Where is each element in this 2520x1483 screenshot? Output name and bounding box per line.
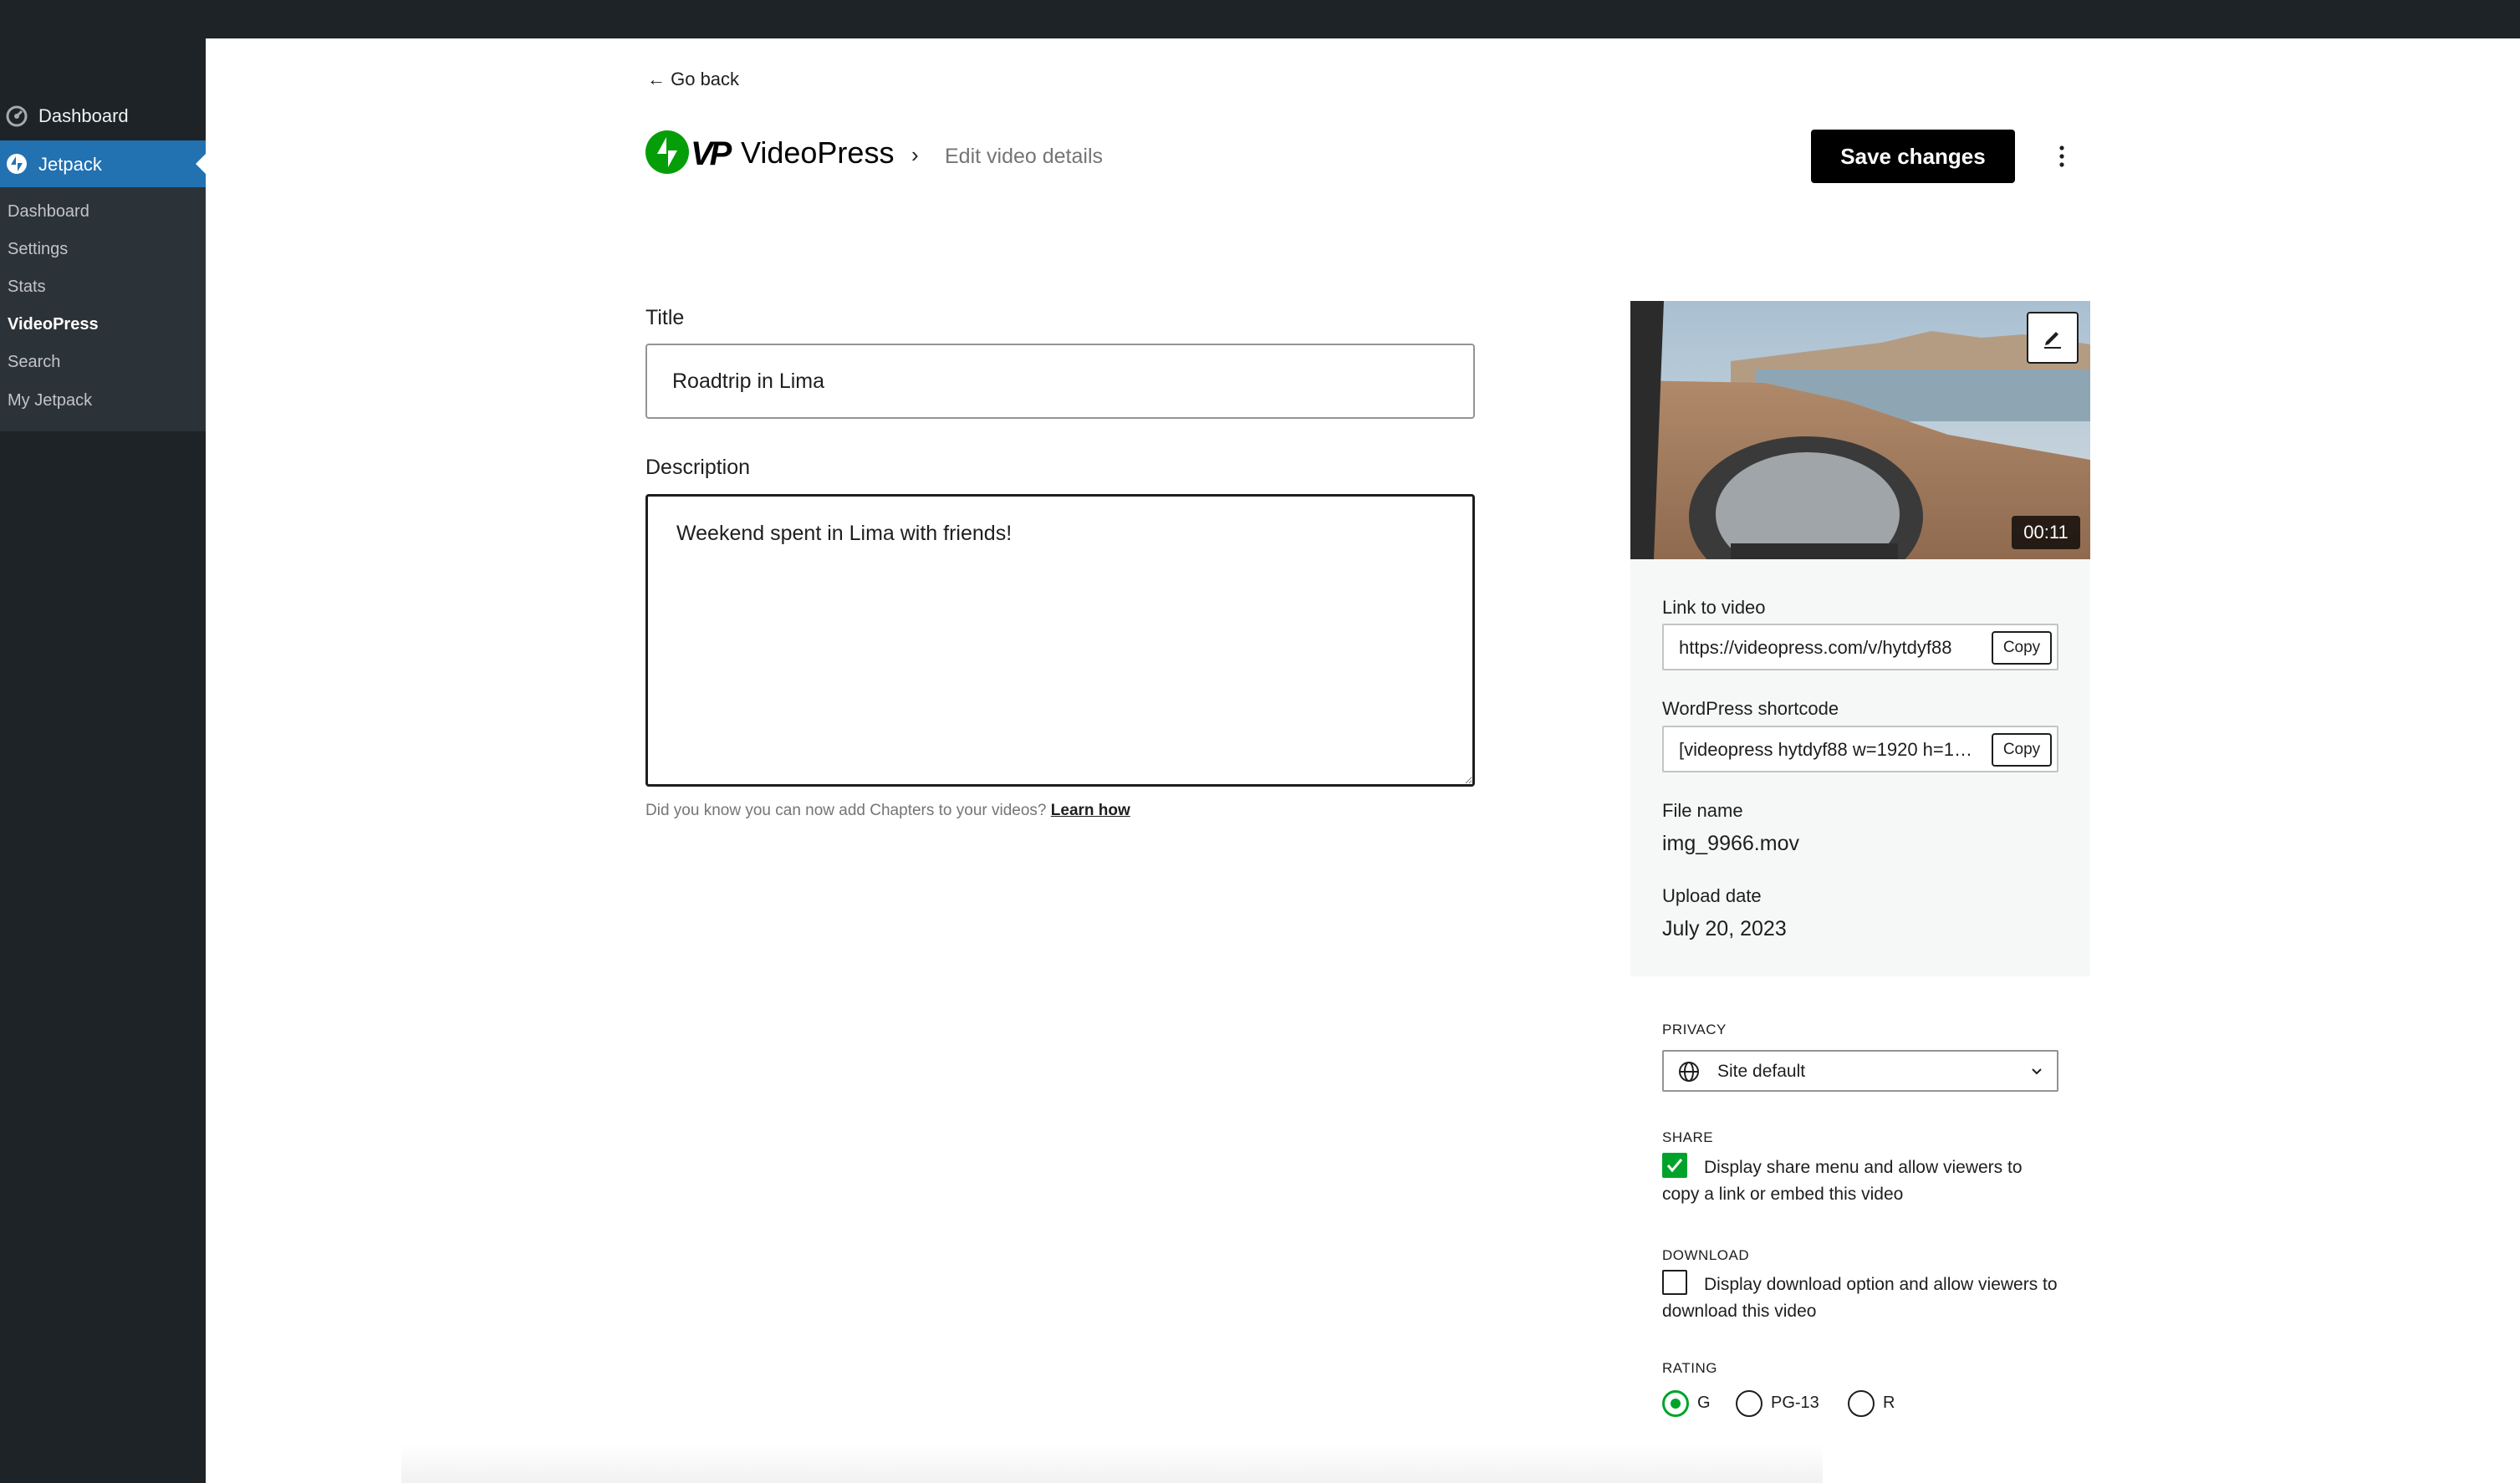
rating-radio-g[interactable] — [1662, 1390, 1689, 1417]
chevron-right-icon: › — [911, 142, 919, 167]
videopress-mark: VP — [691, 135, 732, 172]
sidebar-item-jetpack[interactable]: Jetpack — [0, 140, 206, 187]
share-option[interactable]: Display share menu and allow viewers to … — [1662, 1153, 2063, 1208]
rating-label: RATING — [1662, 1360, 1717, 1376]
vertical-ellipsis-icon[interactable] — [2052, 142, 2072, 171]
rating-label-r: R — [1883, 1394, 1895, 1412]
privacy-label: PRIVACY — [1662, 1022, 1727, 1037]
submenu-item-videopress[interactable]: VideoPress — [8, 315, 99, 334]
share-label: SHARE — [1662, 1129, 1714, 1145]
copy-shortcode-button[interactable]: Copy — [1992, 733, 2052, 767]
title-input[interactable] — [645, 344, 1475, 419]
rating-label-pg13: PG-13 — [1771, 1394, 1819, 1412]
privacy-selected-value: Site default — [1717, 1062, 1806, 1081]
pencil-icon — [2044, 332, 2061, 349]
copy-link-button[interactable]: Copy — [1992, 631, 2052, 665]
file-name-value: img_9966.mov — [1662, 832, 1799, 855]
share-checkbox[interactable] — [1662, 1153, 1687, 1179]
learn-how-link[interactable]: Learn how — [1051, 802, 1130, 819]
upload-date-value: July 20, 2023 — [1662, 917, 1787, 940]
download-label: DOWNLOAD — [1662, 1247, 1750, 1263]
link-to-video-label: Link to video — [1662, 597, 1766, 618]
submenu-item-stats[interactable]: Stats — [8, 278, 46, 297]
hint-text: Did you know you can now add Chapters to… — [645, 802, 1051, 819]
jetpack-icon — [7, 154, 27, 174]
chapters-hint: Did you know you can now add Chapters to… — [645, 802, 1130, 820]
admin-sidebar: Dashboard Jetpack Dashboard Settings Sta… — [0, 38, 206, 1483]
privacy-select[interactable]: Site default — [1662, 1050, 2058, 1092]
download-option-text: Display download option and allow viewer… — [1662, 1275, 2058, 1321]
link-to-video-field: https://videopress.com/v/hytdyf88 Copy — [1662, 624, 2058, 670]
upload-date-label: Upload date — [1662, 885, 1762, 906]
link-to-video-value[interactable]: https://videopress.com/v/hytdyf88 — [1679, 637, 1980, 659]
submenu-item-search[interactable]: Search — [8, 353, 60, 372]
file-name-label: File name — [1662, 800, 1743, 821]
submenu-item-my-jetpack[interactable]: My Jetpack — [8, 391, 92, 410]
go-back-link[interactable]: ← Go back — [647, 69, 739, 90]
brand-name: VideoPress — [741, 135, 895, 170]
bottom-fade — [401, 1445, 1823, 1483]
shortcode-value[interactable]: [videopress hytdyf88 w=1920 h=1080] — [1679, 739, 1980, 761]
globe-icon — [1679, 1062, 1699, 1082]
download-option[interactable]: Display download option and allow viewer… — [1662, 1270, 2063, 1325]
sidebar-item-label: Jetpack — [38, 154, 102, 175]
admin-top-bar — [0, 0, 2520, 38]
rating-radio-pg13[interactable] — [1736, 1390, 1762, 1417]
sidebar-item-dashboard[interactable]: Dashboard — [0, 92, 206, 139]
description-label: Description — [645, 456, 751, 479]
sidebar-item-label: Dashboard — [38, 105, 129, 126]
submenu-item-dashboard[interactable]: Dashboard — [8, 202, 89, 222]
title-label: Title — [645, 306, 685, 329]
breadcrumb-current: Edit video details — [945, 145, 1104, 168]
checkmark-icon — [1666, 1159, 1683, 1173]
dashboard-gauge-icon — [6, 105, 28, 127]
edit-thumbnail-button[interactable] — [2027, 312, 2079, 364]
jetpack-logo-icon — [645, 130, 689, 174]
description-textarea[interactable]: Weekend spent in Lima with friends! — [645, 494, 1475, 787]
chevron-down-icon — [2032, 1068, 2042, 1075]
bolt-icon — [657, 137, 677, 167]
video-duration-badge: 00:11 — [2012, 516, 2080, 549]
save-changes-button[interactable]: Save changes — [1811, 130, 2015, 183]
shortcode-label: WordPress shortcode — [1662, 698, 1839, 719]
download-checkbox[interactable] — [1662, 1270, 1687, 1296]
jetpack-submenu: Dashboard Settings Stats VideoPress Sear… — [0, 187, 206, 431]
current-menu-arrow — [196, 154, 206, 174]
rating-label-g: G — [1697, 1394, 1711, 1412]
shortcode-field: [videopress hytdyf88 w=1920 h=1080] Copy — [1662, 726, 2058, 772]
rating-radio-r[interactable] — [1848, 1390, 1875, 1417]
submenu-item-settings[interactable]: Settings — [8, 240, 68, 259]
share-option-text: Display share menu and allow viewers to … — [1662, 1158, 2023, 1204]
